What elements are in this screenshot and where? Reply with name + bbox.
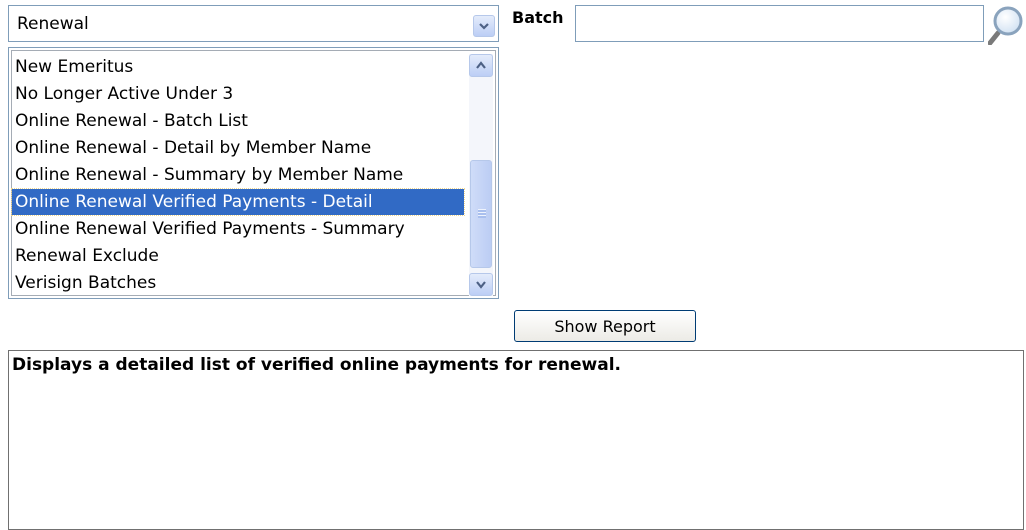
magnifier-icon[interactable] [987,3,1024,46]
grip-icon [478,209,486,218]
report-category-select[interactable]: Renewal [8,5,499,42]
chevron-down-icon [476,281,486,289]
report-list-item-selected[interactable]: Online Renewal Verified Payments - Detai… [11,188,465,216]
report-category-value: Renewal [17,14,89,34]
chevron-down-icon[interactable] [473,15,495,37]
batch-input[interactable] [575,5,984,42]
report-list-scrollbar[interactable] [469,54,493,296]
chevron-up-icon [476,61,486,69]
report-list-item[interactable]: Online Renewal - Detail by Member Name [12,135,464,161]
show-report-button[interactable]: Show Report [514,310,696,342]
scroll-thumb[interactable] [470,160,492,268]
report-description-panel: Displays a detailed list of verified onl… [8,350,1024,530]
report-list-item[interactable]: Renewal Exclude [12,243,464,269]
report-list-item[interactable]: Online Renewal Verified Payments - Summa… [12,216,464,242]
scroll-up-button[interactable] [469,54,493,77]
report-list-item[interactable]: No Longer Active Under 3 [12,81,464,107]
report-description-text: Displays a detailed list of verified onl… [12,355,622,375]
report-list-item[interactable]: Verisign Batches [12,270,464,296]
report-listbox[interactable]: New Emeritus No Longer Active Under 3 On… [8,47,499,299]
batch-label: Batch [512,8,564,27]
report-list-item[interactable]: New Emeritus [12,54,464,80]
scroll-down-button[interactable] [469,273,493,296]
report-list-item[interactable]: Online Renewal - Batch List [12,108,464,134]
report-list-item[interactable]: Online Renewal - Summary by Member Name [12,162,464,188]
